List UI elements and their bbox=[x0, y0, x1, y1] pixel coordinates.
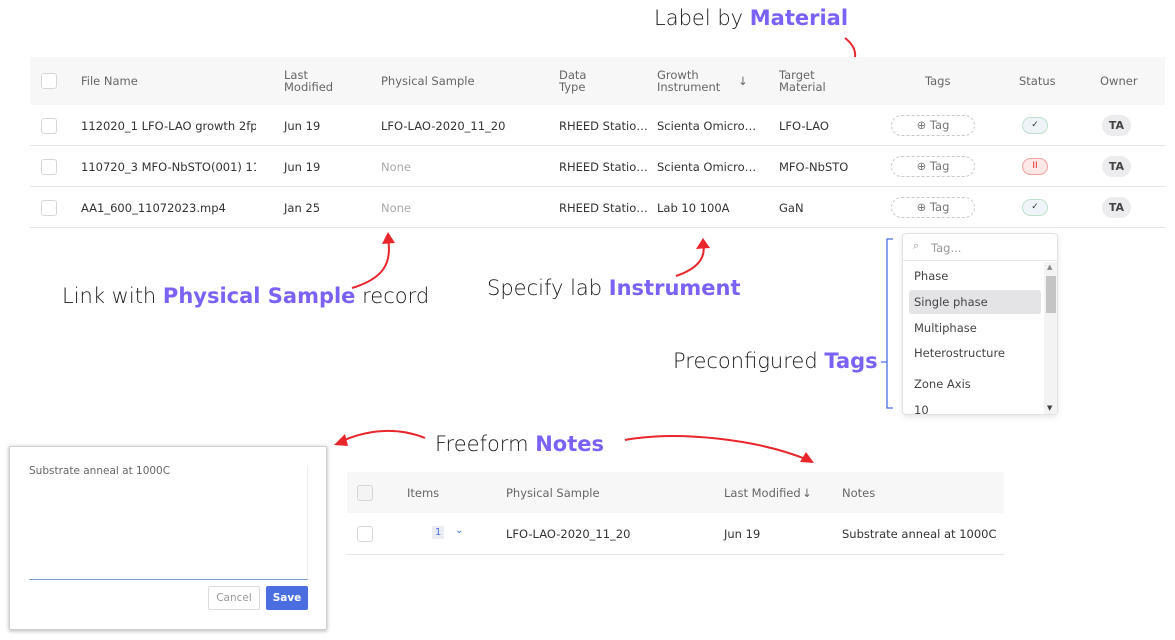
row-checkbox[interactable] bbox=[41, 159, 57, 175]
target-material-cell[interactable]: MFO-NbSTO bbox=[779, 160, 848, 174]
annotation-material: Label by Material bbox=[654, 6, 849, 30]
last-modified-cell: Jun 19 bbox=[284, 160, 321, 174]
items-count-badge: 1 bbox=[432, 526, 445, 539]
plus-circle-icon: ⊕ bbox=[916, 200, 927, 214]
tag-option[interactable]: Multiphase bbox=[909, 316, 1041, 340]
table-row[interactable]: 112020_1 LFO-LAO growth 2fps.r Jun 19 LF… bbox=[30, 105, 1165, 146]
annotation-notes: Freeform Notes bbox=[435, 432, 604, 456]
tag-option-selected[interactable]: Single phase bbox=[909, 290, 1041, 314]
add-tag-button[interactable]: ⊕ Tag bbox=[891, 115, 975, 136]
header-owner[interactable]: Owner bbox=[1100, 75, 1138, 87]
file-name-cell[interactable]: 112020_1 LFO-LAO growth 2fps.r bbox=[81, 119, 256, 133]
header-physical-sample[interactable]: Physical Sample bbox=[381, 75, 475, 87]
header-last-modified[interactable]: Last Modified bbox=[724, 487, 801, 499]
cancel-button[interactable]: Cancel bbox=[208, 586, 260, 610]
status-paused-icon[interactable]: II bbox=[1022, 158, 1048, 175]
add-tag-button[interactable]: ⊕ Tag bbox=[891, 197, 975, 218]
table-row[interactable]: 110720_3 MFO-NbSTO(001) 110 ( Jun 19 Non… bbox=[30, 146, 1165, 187]
target-material-cell[interactable]: GaN bbox=[779, 201, 804, 215]
growth-instrument-cell[interactable]: Scienta Omicro… bbox=[657, 119, 756, 133]
notes-cell[interactable]: Substrate anneal at 1000C bbox=[842, 527, 997, 541]
row-checkbox[interactable] bbox=[41, 200, 57, 216]
target-material-cell[interactable]: LFO-LAO bbox=[779, 119, 829, 133]
growth-instrument-cell[interactable]: Scienta Omicro… bbox=[657, 160, 756, 174]
data-type-cell: RHEED Statio… bbox=[559, 201, 648, 215]
arrow-notes-right bbox=[624, 435, 809, 461]
scrollbar[interactable]: ▲ ▼ bbox=[1044, 262, 1057, 414]
header-notes[interactable]: Notes bbox=[842, 487, 875, 499]
sort-down-icon[interactable]: ↓ bbox=[802, 487, 812, 499]
file-name-cell[interactable]: 110720_3 MFO-NbSTO(001) 110 ( bbox=[81, 160, 256, 174]
select-all-checkbox[interactable] bbox=[41, 73, 57, 89]
data-type-cell: RHEED Statio… bbox=[559, 160, 648, 174]
plus-circle-icon: ⊕ bbox=[916, 118, 927, 132]
arrow-sample bbox=[351, 237, 390, 289]
annotation-sample: Link with Physical Sample record bbox=[62, 284, 430, 308]
header-status[interactable]: Status bbox=[1019, 75, 1056, 87]
tag-option[interactable]: Heterostructure bbox=[909, 341, 1041, 365]
save-button[interactable]: Save bbox=[266, 586, 308, 610]
last-modified-cell: Jun 19 bbox=[284, 119, 321, 133]
physical-sample-cell[interactable]: LFO-LAO-2020_11_20 bbox=[506, 527, 630, 541]
physical-sample-cell[interactable]: LFO-LAO-2020_11_20 bbox=[381, 119, 505, 133]
scroll-down-icon[interactable]: ▼ bbox=[1047, 404, 1052, 412]
tags-bracket bbox=[881, 238, 893, 409]
table-header: File Name Last Modified Physical Sample D… bbox=[30, 57, 1165, 105]
header-items[interactable]: Items bbox=[407, 487, 439, 499]
select-all-checkbox[interactable] bbox=[357, 485, 373, 501]
notes-textarea[interactable]: Substrate anneal at 1000C bbox=[29, 465, 308, 580]
header-data-type[interactable]: Data Type bbox=[559, 69, 586, 93]
header-file-name[interactable]: File Name bbox=[81, 75, 138, 87]
tag-search-input[interactable]: ⌕ Tag... bbox=[903, 234, 1057, 261]
header-physical-sample[interactable]: Physical Sample bbox=[506, 487, 600, 499]
notes-editor-popup: Substrate anneal at 1000C Cancel Save bbox=[9, 446, 327, 630]
table-row[interactable]: 1 ⌄ LFO-LAO-2020_11_20 Jun 19 Substrate … bbox=[347, 513, 1004, 555]
search-icon: ⌕ bbox=[913, 239, 920, 252]
owner-avatar[interactable]: TA bbox=[1102, 197, 1131, 218]
growth-instrument-cell[interactable]: Lab 10 100A bbox=[657, 201, 730, 215]
physical-sample-cell[interactable]: None bbox=[381, 160, 411, 174]
last-modified-cell: Jan 25 bbox=[284, 201, 321, 215]
header-tags[interactable]: Tags bbox=[925, 75, 950, 87]
header-growth-instrument[interactable]: Growth Instrument bbox=[657, 69, 720, 93]
scroll-up-icon[interactable]: ▲ bbox=[1047, 263, 1052, 271]
header-last-modified[interactable]: Last Modified bbox=[284, 69, 333, 93]
tag-option[interactable]: Zone Axis bbox=[909, 372, 1041, 396]
owner-avatar[interactable]: TA bbox=[1102, 156, 1131, 177]
table-header: Items Physical Sample Last Modified ↓ No… bbox=[347, 472, 1004, 513]
last-modified-cell: Jun 19 bbox=[724, 527, 761, 541]
add-tag-button[interactable]: ⊕ Tag bbox=[891, 156, 975, 177]
physical-sample-cell[interactable]: None bbox=[381, 201, 411, 215]
annotation-instrument: Specify lab Instrument bbox=[487, 276, 741, 300]
status-complete-icon[interactable]: ✓ bbox=[1022, 199, 1048, 216]
tag-option[interactable]: 10 bbox=[909, 398, 1041, 414]
row-checkbox[interactable] bbox=[41, 118, 57, 134]
arrow-notes-left bbox=[339, 430, 426, 443]
sort-down-icon[interactable]: ↓ bbox=[738, 75, 748, 87]
header-target-material[interactable]: Target Material bbox=[779, 69, 826, 93]
scrollbar-thumb[interactable] bbox=[1046, 276, 1056, 313]
tag-dropdown: ⌕ Tag... Phase Single phase Multiphase H… bbox=[902, 233, 1058, 415]
owner-avatar[interactable]: TA bbox=[1102, 115, 1131, 136]
row-checkbox[interactable] bbox=[357, 526, 373, 542]
annotation-tags: Preconfigured Tags bbox=[673, 349, 878, 373]
data-type-cell: RHEED Statio… bbox=[559, 119, 648, 133]
plus-circle-icon: ⊕ bbox=[916, 159, 927, 173]
file-name-cell[interactable]: AA1_600_11072023.mp4 bbox=[81, 201, 256, 215]
tag-option[interactable]: Phase bbox=[909, 264, 1041, 288]
status-complete-icon[interactable]: ✓ bbox=[1022, 117, 1048, 134]
table-row[interactable]: AA1_600_11072023.mp4 Jan 25 None RHEED S… bbox=[30, 187, 1165, 228]
expand-chevron-icon[interactable]: ⌄ bbox=[455, 525, 463, 536]
